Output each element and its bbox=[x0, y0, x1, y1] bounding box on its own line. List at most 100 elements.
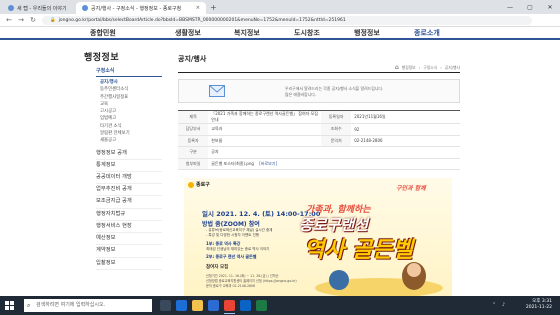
search-icon: ⌕ bbox=[27, 302, 31, 309]
global-nav: 종합민원 생활정보 복지정보 도시창조 행정정보 종로소개 bbox=[0, 27, 560, 40]
network-icon[interactable]: ⌃ bbox=[492, 302, 496, 308]
lnb-main-item[interactable]: 행정서비스 현장 bbox=[96, 221, 162, 234]
poster-note: 최태성 선생님의 재미있는 종로 역사 이야기 bbox=[206, 247, 270, 251]
table-row: 구분 공지 bbox=[178, 146, 460, 159]
poster-method-value: 줌(ZOOM) 참여 bbox=[215, 221, 260, 228]
poster-headline-gold: 역사 골든벨 bbox=[304, 238, 413, 263]
lnb-main-item[interactable]: 예산정보 bbox=[96, 233, 162, 246]
page-title: 공지/행사 bbox=[178, 55, 207, 63]
lnb-main-item[interactable]: 통계정보 bbox=[96, 160, 162, 173]
browser-tab-active[interactable]: 공지/행사 - 구정소식 - 행정정보 - 종로구청 × bbox=[76, 2, 206, 14]
store-icon[interactable] bbox=[208, 300, 219, 311]
back-button[interactable]: ← bbox=[4, 16, 14, 24]
forward-button[interactable]: → bbox=[16, 16, 26, 24]
browser-tab-bar: 새 탭 - 우리들의 이야기 공지/행사 - 구정소식 - 행정정보 - 종로구… bbox=[0, 0, 560, 14]
lnb-main-item[interactable]: 업무추진비 공개 bbox=[96, 184, 162, 197]
excel-icon[interactable] bbox=[256, 300, 267, 311]
breadcrumb-item[interactable]: 공지/행사 bbox=[445, 65, 460, 71]
maximize-button[interactable]: ▢ bbox=[520, 0, 540, 14]
lnb-sub-item[interactable]: 공지/행사 bbox=[96, 79, 168, 86]
jongno-seal-icon bbox=[188, 181, 194, 188]
windows-start-icon[interactable] bbox=[5, 301, 14, 310]
poster-method-label: 방법 bbox=[202, 221, 214, 228]
table-row: 제목 「2021 가족과 함께하는 종로구랜선 역사골든벨」 참여자 모집 안내… bbox=[178, 110, 460, 124]
preview-link[interactable]: [바로보기] bbox=[259, 161, 277, 166]
notice-box: 우리구에서 알려드리는 각종 공지/행사 소식을 알려드립니다. 많은 애용바랍… bbox=[178, 79, 460, 103]
region-label: 구분 bbox=[178, 146, 209, 159]
lnb-main-item[interactable]: 계약정보 bbox=[96, 245, 162, 258]
volume-icon[interactable]: ♪ bbox=[502, 302, 505, 308]
word-icon[interactable] bbox=[240, 300, 251, 311]
lnb-main-item[interactable]: 입찰정보 bbox=[96, 258, 162, 270]
lnb-sub-item[interactable]: 타기관 소식 bbox=[96, 123, 168, 130]
breadcrumb-separator: › bbox=[418, 65, 421, 70]
poster-small-note: 문의 종로구 교육과 02-2148-2806 bbox=[206, 284, 256, 288]
table-row: 등록자 한보름 문의처 02-2148-2806 bbox=[178, 135, 460, 147]
attach-cell: 골든벨 포스터(최종).png [바로보기] bbox=[208, 158, 460, 170]
lnb-main-item[interactable]: 행정정보 공개 bbox=[96, 148, 162, 160]
region-value: 공지 bbox=[208, 146, 460, 159]
close-window-button[interactable]: ✕ bbox=[540, 0, 560, 14]
lnb-section-title[interactable]: 구정소식 bbox=[96, 67, 162, 77]
active-app-indicator bbox=[224, 313, 235, 314]
poster-item: 2부: 종로구 랜선 역사 골든벨 bbox=[206, 254, 257, 259]
gnb-item-about[interactable]: 종로소개 bbox=[414, 28, 440, 38]
edge-icon[interactable] bbox=[176, 300, 187, 311]
left-nav: 구정소식 공지/행사 동주민센터소식 주간행사일정표 교육 고시공고 입법예고 … bbox=[96, 67, 168, 270]
lnb-main-item[interactable]: 보조금지급 공개 bbox=[96, 196, 162, 209]
dept-value: 교육과 bbox=[208, 123, 321, 136]
gnb-item-city[interactable]: 도시창조 bbox=[294, 28, 320, 38]
breadcrumb: ⌂ 행정정보 › 구정소식 › 공지/행사 bbox=[395, 64, 460, 71]
gnb-item-admin[interactable]: 행정정보 bbox=[354, 28, 380, 38]
tab-title: 새 탭 - 우리들의 이야기 bbox=[17, 5, 67, 12]
new-tab-button[interactable]: + bbox=[210, 3, 217, 12]
poster-org: 종로구 bbox=[196, 182, 210, 188]
views-label: 조회수 bbox=[321, 123, 352, 136]
poster-date-label: 일시 bbox=[202, 210, 214, 218]
url-input[interactable]: 🔒 jongno.go.kr/portal/bbs/selectBoardArti… bbox=[42, 16, 532, 25]
gnb-item-life[interactable]: 생활정보 bbox=[175, 28, 201, 38]
gnb-item-civil[interactable]: 종합민원 bbox=[90, 28, 116, 38]
lock-icon: 🔒 bbox=[50, 18, 56, 23]
tab-close-icon[interactable]: × bbox=[196, 5, 200, 11]
lnb-main-list: 행정정보 공개 통계정보 공공데이터 개방 업무추진비 공개 보조금지급 공개 … bbox=[96, 148, 168, 270]
lnb-main-item[interactable]: 공공데이터 개방 bbox=[96, 172, 162, 185]
minimize-button[interactable]: — bbox=[500, 0, 520, 14]
reload-button[interactable]: ↻ bbox=[28, 16, 38, 24]
lnb-sub-item[interactable]: 새올공고 bbox=[96, 137, 168, 144]
attachment-link[interactable]: 골든벨 포스터(최종).png bbox=[211, 161, 254, 166]
event-poster: 종로구 구민과 함께 일시 2021. 12. 4. (토) 14:00-17:… bbox=[184, 178, 452, 299]
reg-date-label: 등록일자 bbox=[321, 110, 352, 124]
taskbar-clock[interactable]: 오후 3:31 2021-11-22 bbox=[526, 299, 552, 311]
title-divider bbox=[178, 72, 460, 73]
phone-label: 문의처 bbox=[321, 135, 352, 147]
site-favicon-icon bbox=[82, 5, 88, 11]
lnb-sub-item[interactable]: 고시공고 bbox=[96, 108, 168, 115]
mail-icon bbox=[209, 85, 225, 97]
lnb-sub-item[interactable]: 입법예고 bbox=[96, 115, 168, 122]
poster-logo: 종로구 bbox=[188, 181, 210, 188]
views-value: 92 bbox=[351, 123, 460, 136]
lnb-sub-item[interactable]: 알림판 전체보기 bbox=[96, 130, 168, 137]
breadcrumb-item[interactable]: 행정정보 bbox=[402, 65, 416, 71]
browser-tab[interactable]: 새 탭 - 우리들의 이야기 bbox=[2, 2, 74, 14]
lnb-sub-item[interactable]: 주간행사일정표 bbox=[96, 94, 168, 101]
chrome-icon[interactable] bbox=[224, 300, 235, 311]
writer-label: 등록자 bbox=[178, 135, 209, 147]
breadcrumb-item[interactable]: 구정소식 bbox=[423, 65, 437, 71]
lnb-sub-item[interactable]: 교육 bbox=[96, 101, 168, 108]
home-icon[interactable]: ⌂ bbox=[395, 64, 399, 71]
search-placeholder: 검색하려면 여기에 입력하십시오. bbox=[36, 302, 106, 308]
lnb-title: 행정정보 bbox=[84, 53, 120, 63]
poster-note: - 특강 및 다양한 시청자 이벤트 진행 bbox=[206, 233, 260, 237]
gnb-item-welfare[interactable]: 복지정보 bbox=[234, 28, 260, 38]
attach-label: 첨부파일 bbox=[178, 158, 209, 170]
taskbar: ⌕ 검색하려면 여기에 입력하십시오. ⌃ ♪ 오후 3:31 2021-11-… bbox=[0, 296, 560, 315]
dept-label: 담당부서 bbox=[178, 123, 209, 136]
file-explorer-icon[interactable] bbox=[192, 300, 203, 311]
lnb-sub-item[interactable]: 동주민센터소식 bbox=[96, 86, 168, 93]
taskbar-search-input[interactable]: ⌕ 검색하려면 여기에 입력하십시오. bbox=[24, 299, 152, 312]
poster-invite: 참여자 모집 bbox=[206, 265, 229, 270]
task-view-icon[interactable] bbox=[160, 300, 171, 311]
lnb-main-item[interactable]: 행정자치법규 bbox=[96, 209, 162, 221]
